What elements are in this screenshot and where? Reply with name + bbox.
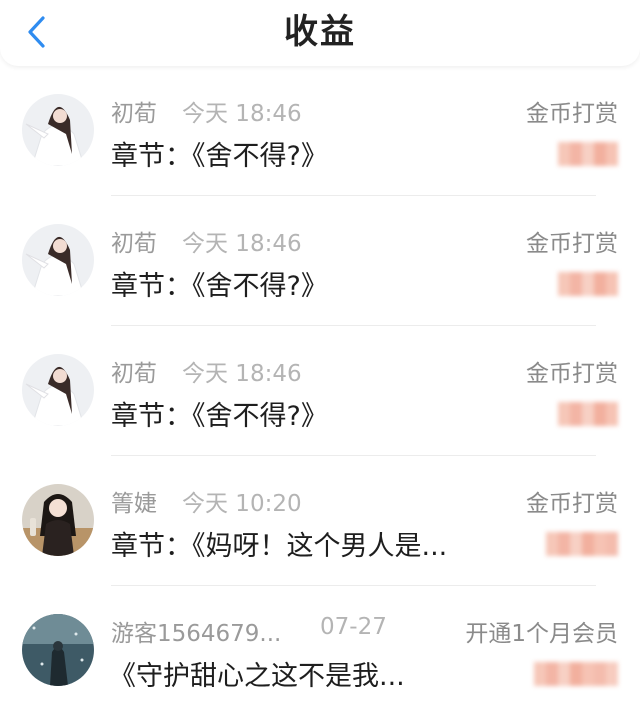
- chapter-title: 章节：《舍不得?》: [111, 271, 328, 302]
- blurred-amount: [558, 142, 618, 166]
- earnings-list: 初荀 今天 18:46 金币打赏 章节：《舍不得?》 初荀 今天 18:46 金…: [0, 66, 640, 716]
- avatar[interactable]: [22, 614, 94, 686]
- earnings-screen: 收益 初荀 今天 18:46 金币打赏 章节：《舍不得?》 初荀 今天 18:4…: [0, 0, 640, 716]
- earning-time: 今天 18:46: [182, 101, 302, 127]
- earning-type: 开通1个月会员: [465, 621, 618, 647]
- avatar[interactable]: [22, 484, 94, 556]
- blurred-amount: [534, 662, 618, 686]
- earning-type: 金币打赏: [526, 361, 618, 387]
- list-item[interactable]: 游客1564679... 07-27 开通1个月会员 《守护甜心之这不是我...: [0, 586, 640, 716]
- blurred-amount: [558, 402, 618, 426]
- sender-name: 初荀: [111, 361, 157, 387]
- sender-name: 初荀: [111, 231, 157, 257]
- blurred-amount: [558, 272, 618, 296]
- list-item[interactable]: 初荀 今天 18:46 金币打赏 章节：《舍不得?》: [0, 196, 640, 326]
- list-item[interactable]: 初荀 今天 18:46 金币打赏 章节：《舍不得?》: [0, 66, 640, 196]
- avatar[interactable]: [22, 354, 94, 426]
- list-item[interactable]: 箐婕 今天 10:20 金币打赏 章节：《妈呀！这个男人是...: [0, 456, 640, 586]
- earning-time: 今天 18:46: [182, 231, 302, 257]
- page-title: 收益: [284, 12, 356, 52]
- earning-time: 今天 18:46: [182, 361, 302, 387]
- book-title: 《守护甜心之这不是我...: [109, 661, 405, 692]
- top-bar: 收益: [0, 0, 640, 66]
- chapter-title: 章节：《舍不得?》: [111, 141, 328, 172]
- chapter-title: 章节：《舍不得?》: [111, 401, 328, 432]
- earning-type: 金币打赏: [526, 101, 618, 127]
- chapter-title: 章节：《妈呀！这个男人是...: [111, 531, 448, 562]
- list-item[interactable]: 初荀 今天 18:46 金币打赏 章节：《舍不得?》: [0, 326, 640, 456]
- sender-name: 游客1564679...: [111, 621, 282, 647]
- sender-name: 箐婕: [111, 491, 157, 517]
- blurred-amount: [546, 532, 618, 556]
- avatar[interactable]: [22, 224, 94, 296]
- earning-type: 金币打赏: [526, 491, 618, 517]
- earning-type: 金币打赏: [526, 231, 618, 257]
- earning-time: 07-27: [320, 614, 387, 640]
- sender-name: 初荀: [111, 101, 157, 127]
- avatar[interactable]: [22, 94, 94, 166]
- earning-time: 今天 10:20: [182, 491, 302, 517]
